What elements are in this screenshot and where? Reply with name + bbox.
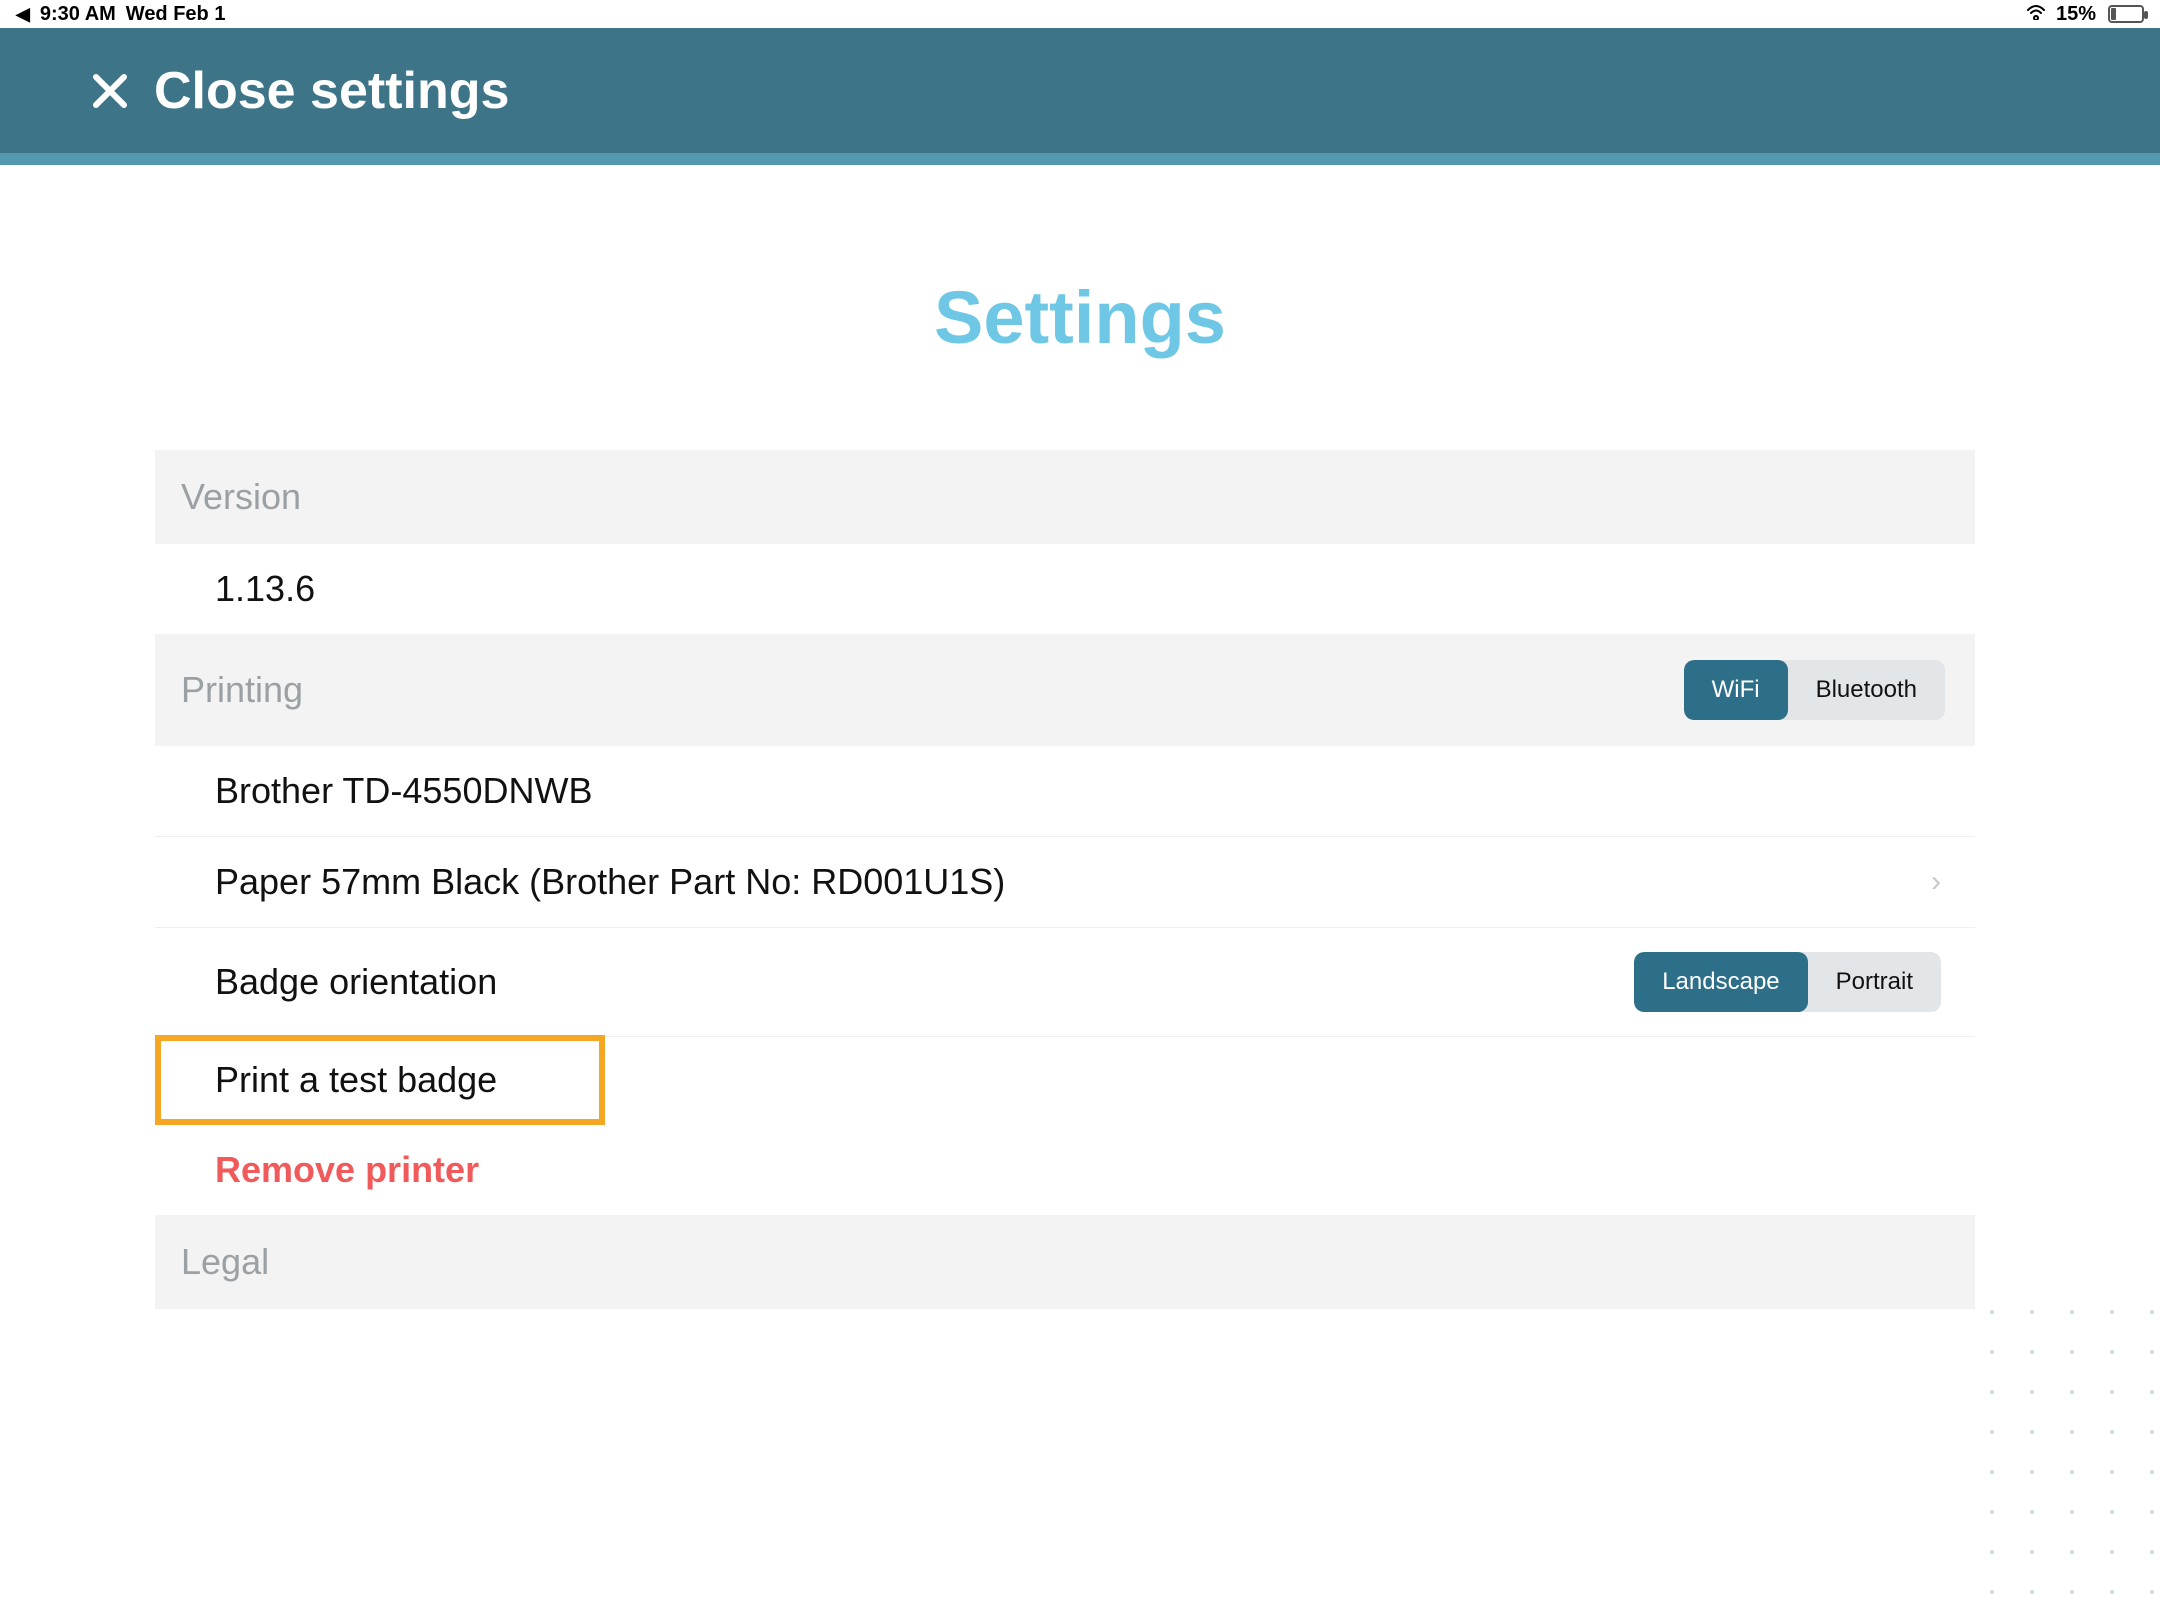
top-bar: Close settings — [0, 28, 2160, 153]
orientation-label: Badge orientation — [215, 961, 497, 1003]
row-paper[interactable]: Paper 57mm Black (Brother Part No: RD001… — [155, 837, 1975, 928]
close-icon — [90, 71, 130, 111]
section-header-printing: Printing WiFi Bluetooth — [155, 634, 1975, 746]
row-orientation: Badge orientation Landscape Portrait — [155, 928, 1975, 1037]
status-time: 9:30 AM — [40, 3, 116, 26]
close-settings-button[interactable]: Close settings — [90, 61, 509, 121]
back-caret-icon[interactable]: ◀ — [16, 4, 30, 25]
row-version-value: 1.13.6 — [155, 544, 1975, 634]
toggle-option-landscape[interactable]: Landscape — [1634, 952, 1807, 1012]
print-test-badge-label: Print a test badge — [215, 1059, 497, 1101]
section-header-label: Version — [181, 476, 301, 518]
paper-label: Paper 57mm Black (Brother Part No: RD001… — [215, 861, 1005, 903]
row-remove-printer[interactable]: Remove printer — [155, 1125, 1975, 1215]
status-bar: ◀ 9:30 AM Wed Feb 1 15% — [0, 0, 2160, 28]
row-printer-name[interactable]: Brother TD-4550DNWB — [155, 746, 1975, 837]
status-date: Wed Feb 1 — [126, 3, 226, 26]
section-header-version: Version — [155, 450, 1975, 544]
connection-toggle[interactable]: WiFi Bluetooth — [1684, 660, 1945, 720]
toggle-option-portrait[interactable]: Portrait — [1808, 952, 1941, 1012]
battery-icon — [2104, 5, 2144, 23]
battery-percent: 15% — [2056, 3, 2096, 26]
toggle-option-wifi[interactable]: WiFi — [1684, 660, 1788, 720]
section-header-label: Legal — [181, 1241, 269, 1283]
top-bar-accent — [0, 153, 2160, 165]
section-header-label: Printing — [181, 669, 303, 711]
chevron-right-icon: › — [1931, 865, 1941, 899]
wifi-icon — [2024, 2, 2048, 26]
remove-printer-label: Remove printer — [215, 1149, 479, 1191]
row-print-test-badge[interactable]: Print a test badge — [155, 1035, 605, 1125]
settings-list: Version 1.13.6 Printing WiFi Bluetooth B… — [155, 450, 1975, 1309]
printer-name: Brother TD-4550DNWB — [215, 770, 592, 812]
section-header-legal: Legal — [155, 1215, 1975, 1309]
toggle-option-bluetooth[interactable]: Bluetooth — [1788, 660, 1945, 720]
page-title: Settings — [0, 275, 2160, 360]
orientation-toggle[interactable]: Landscape Portrait — [1634, 952, 1941, 1012]
version-value: 1.13.6 — [215, 568, 315, 610]
close-settings-label: Close settings — [154, 61, 509, 121]
